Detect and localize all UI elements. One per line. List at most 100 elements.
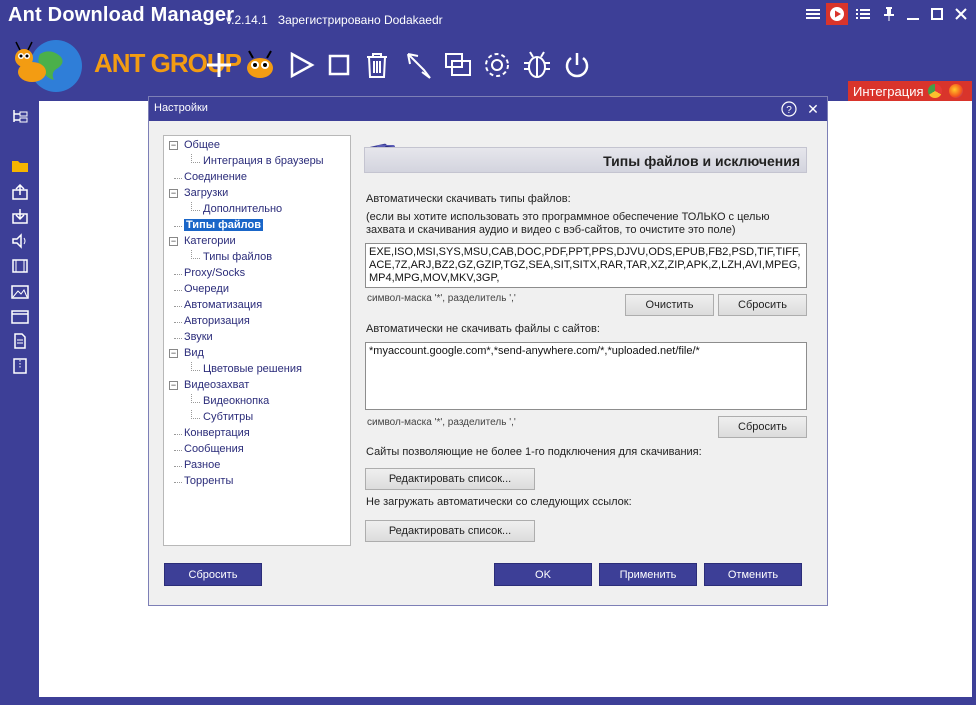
settings-tree[interactable]: − Общее Интеграция в браузеры Соединение − За…	[163, 135, 351, 546]
tree-connector	[174, 466, 182, 467]
tree-connector	[174, 178, 182, 179]
archive-icon[interactable]	[11, 358, 29, 374]
chrome-icon[interactable]	[928, 84, 942, 98]
download-icon[interactable]	[11, 208, 29, 224]
tree-item[interactable]: Сообщения	[184, 443, 244, 455]
firefox-icon[interactable]	[949, 84, 963, 98]
ant-globe-logo-icon	[10, 36, 84, 96]
version-text: v.2.14.1	[226, 13, 268, 27]
tree-item[interactable]: Видеокнопка	[203, 395, 269, 407]
pin-icon[interactable]	[878, 3, 900, 25]
file-types-field[interactable]: EXE,ISO,MSI,SYS,MSU,CAB,DOC,PDF,PPT,PPS,…	[365, 243, 807, 288]
tree-expander-icon[interactable]: −	[169, 237, 178, 246]
tree-expander-icon[interactable]: −	[169, 381, 178, 390]
stop-icon[interactable]	[322, 48, 356, 82]
edit-list-button-1[interactable]: Редактировать список...	[365, 468, 535, 490]
no-download-field[interactable]: *myaccount.google.com*,*send-anywhere.co…	[365, 342, 807, 410]
cancel-button[interactable]: Отменить	[704, 563, 802, 586]
app-title: Ant Download Manager	[8, 4, 235, 26]
edit-list-button-2[interactable]: Редактировать список...	[365, 520, 535, 542]
bug-icon[interactable]	[520, 48, 554, 82]
tree-item[interactable]: Звуки	[184, 331, 213, 343]
no-download-label: Автоматически не скачивать файлы с сайто…	[366, 323, 600, 335]
page-header: Типы файлов и исключения	[364, 147, 807, 173]
integration-button[interactable]: Интеграция	[848, 81, 972, 101]
play-icon[interactable]	[284, 48, 318, 82]
video-icon[interactable]	[11, 258, 29, 274]
clear-button[interactable]: Очистить	[625, 294, 714, 316]
tree-item[interactable]: Вид	[184, 347, 204, 359]
registration-text: Зарегистрировано Dodakaedr	[277, 13, 443, 27]
link-icon[interactable]	[402, 48, 436, 82]
trash-icon[interactable]	[360, 48, 394, 82]
mask-hint-2: символ-маска '*', разделитель ','	[367, 417, 516, 428]
add-icon[interactable]	[202, 48, 236, 82]
window-icon[interactable]	[11, 309, 29, 325]
tree-connector	[174, 338, 182, 339]
image-icon[interactable]	[11, 284, 29, 300]
upload-icon[interactable]	[11, 183, 29, 200]
svg-text:?: ?	[786, 105, 792, 116]
tree-item[interactable]: Proxy/Socks	[184, 267, 245, 279]
tree-item[interactable]: Дополнительно	[203, 203, 282, 215]
close-icon[interactable]	[950, 3, 972, 25]
folder-icon[interactable]	[11, 158, 29, 174]
tree-connector	[174, 450, 182, 451]
reset-file-types-button[interactable]: Сбросить	[718, 294, 807, 316]
apply-button[interactable]: Применить	[599, 563, 697, 586]
tree-item[interactable]: Общее	[184, 139, 220, 151]
tree-item[interactable]: Категории	[184, 235, 236, 247]
reset-sites-button[interactable]: Сбросить	[718, 416, 807, 438]
help-icon[interactable]: ?	[781, 101, 797, 117]
tree-item[interactable]: Разное	[184, 459, 220, 471]
tree-connector	[174, 434, 182, 435]
tree-item[interactable]: Конвертация	[184, 427, 250, 439]
power-icon[interactable]	[560, 48, 594, 82]
tree-item[interactable]: Авторизация	[184, 315, 250, 327]
tree-item[interactable]: Очереди	[184, 283, 229, 295]
tree-item[interactable]: Соединение	[184, 171, 247, 183]
settings-icon[interactable]	[480, 48, 514, 82]
page-title: Типы файлов и исключения	[603, 153, 800, 169]
tree-item[interactable]: Автоматизация	[184, 299, 262, 311]
tree-expander-icon[interactable]: −	[169, 349, 178, 358]
tree-connector	[174, 482, 182, 483]
tree-item[interactable]: Типы файлов	[203, 251, 272, 263]
reset-all-button[interactable]: Сбросить	[164, 563, 262, 586]
tree-item[interactable]: Загрузки	[184, 187, 228, 199]
tree-connector	[174, 290, 182, 291]
windows-icon[interactable]	[441, 48, 475, 82]
no-auto-links-label: Не загружать автоматически со следующих …	[366, 496, 632, 508]
tree-item-selected[interactable]: Типы файлов	[184, 219, 263, 231]
tree-connector	[191, 162, 200, 163]
tree-item[interactable]: Интеграция в браузеры	[203, 155, 324, 167]
tree-connector	[191, 210, 200, 211]
dialog-title-bar: Настройки ? ✕	[149, 97, 827, 121]
tree-item[interactable]: Торренты	[184, 475, 233, 487]
list-icon[interactable]	[852, 3, 874, 25]
tree-item[interactable]: Видеозахват	[184, 379, 249, 391]
tree-expander-icon[interactable]: −	[169, 141, 178, 150]
tree-connector	[174, 274, 182, 275]
tree-connector	[191, 418, 200, 419]
single-connection-label: Сайты позволяющие не более 1-го подключе…	[366, 446, 702, 458]
tree-expander-icon[interactable]: −	[169, 189, 178, 198]
dialog-close-icon[interactable]: ✕	[805, 101, 821, 117]
ok-button[interactable]: OK	[494, 563, 592, 586]
tree-connector	[174, 322, 182, 323]
tree-icon[interactable]	[11, 108, 29, 124]
minimize-icon[interactable]	[902, 3, 924, 25]
dialog-title: Настройки	[154, 102, 208, 114]
tree-item[interactable]: Цветовые решения	[203, 363, 302, 375]
audio-icon[interactable]	[11, 233, 29, 249]
tree-connector	[174, 226, 182, 227]
document-icon[interactable]	[11, 333, 29, 349]
menu-icon[interactable]	[802, 3, 824, 25]
maximize-icon[interactable]	[926, 3, 948, 25]
tree-item[interactable]: Субтитры	[203, 411, 253, 423]
ant-icon[interactable]	[243, 48, 277, 82]
record-icon[interactable]	[826, 3, 848, 25]
app-version-line: v.2.14.1 Зарегистрировано Dodakaedr	[226, 13, 443, 27]
integration-label: Интеграция	[853, 83, 924, 99]
auto-download-label: Автоматически скачивать типы файлов:	[366, 193, 571, 205]
